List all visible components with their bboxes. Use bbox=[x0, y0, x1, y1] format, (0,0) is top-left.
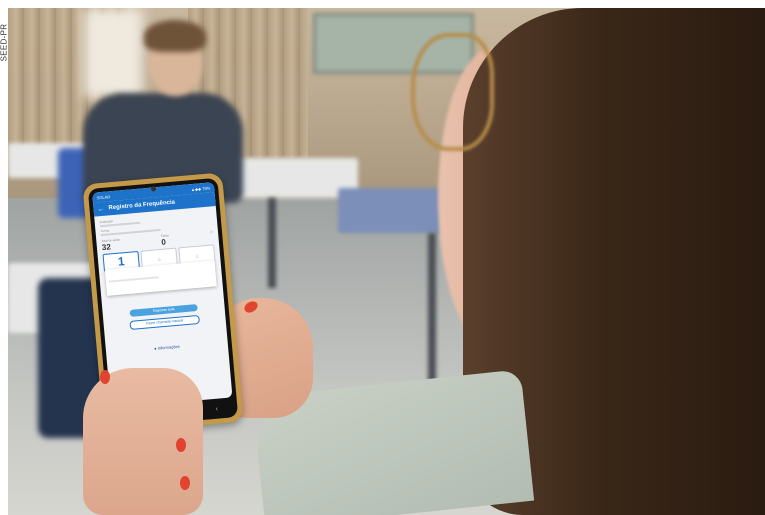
status-right: ▲◆◆ 79% bbox=[190, 184, 211, 192]
photo-frame: SEED-PR SOLAR ▲◆◆ 79% ← Registro da Freq… bbox=[0, 0, 765, 515]
manual-call-button[interactable]: Fazer chamada manual bbox=[129, 314, 200, 330]
back-arrow-icon[interactable]: ← bbox=[97, 205, 105, 213]
desk-leg bbox=[268, 198, 276, 288]
photo-credit: SEED-PR bbox=[0, 23, 8, 62]
classroom-photo: SOLAR ▲◆◆ 79% ← Registro da Frequência I… bbox=[8, 8, 765, 515]
info-link[interactable]: ● Informações bbox=[106, 340, 228, 356]
student-hair bbox=[144, 20, 206, 52]
nail bbox=[100, 370, 110, 384]
nail bbox=[176, 438, 186, 452]
options-icon[interactable]: ○ bbox=[210, 229, 214, 242]
status-left: SOLAR bbox=[96, 193, 111, 200]
dialog-text-placeholder bbox=[108, 276, 159, 283]
nail bbox=[180, 476, 190, 490]
count-absences: Faltas 0 bbox=[160, 233, 170, 247]
count-total: Total de aulas 32 bbox=[101, 237, 120, 253]
back-icon[interactable]: ‹ bbox=[215, 405, 218, 412]
eyeglasses bbox=[411, 33, 494, 151]
window-light bbox=[83, 8, 143, 98]
